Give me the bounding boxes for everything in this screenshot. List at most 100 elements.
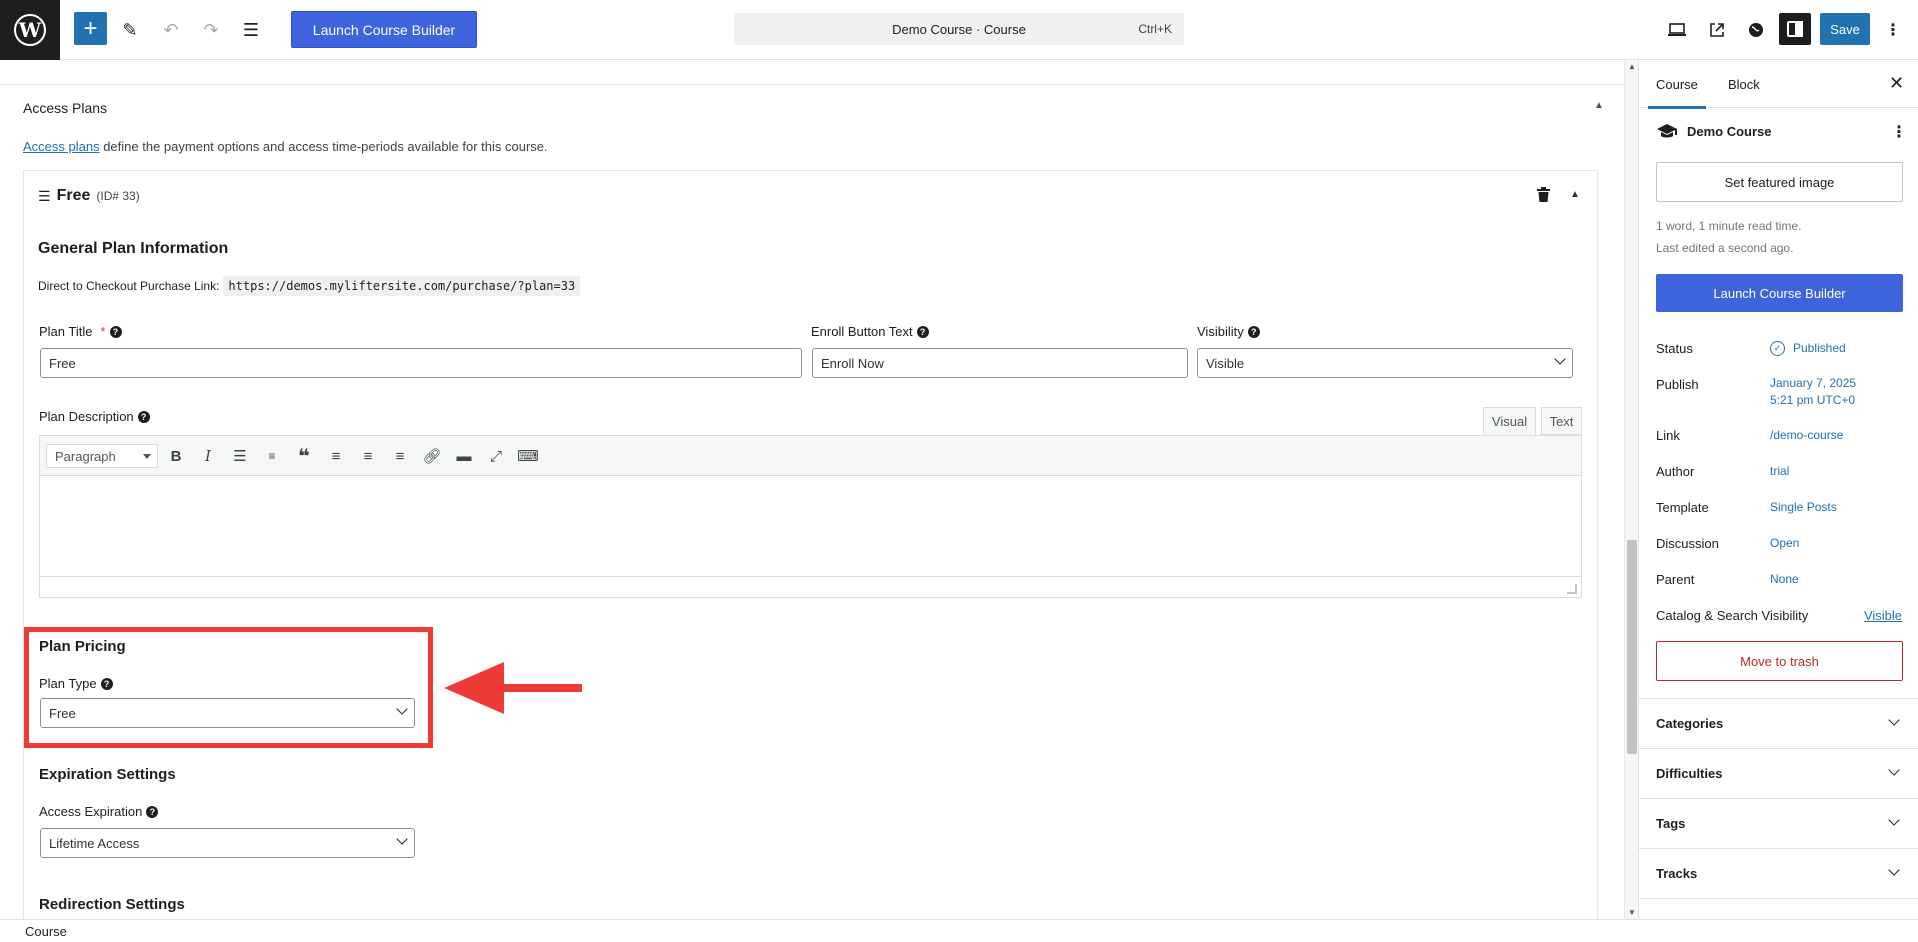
parent-value[interactable]: None: [1770, 571, 1799, 588]
bullet-list-icon[interactable]: ☰: [228, 444, 252, 468]
document-overview-button[interactable]: ☰: [235, 14, 267, 46]
scroll-up-icon[interactable]: ▲: [1628, 62, 1636, 71]
author-value[interactable]: trial: [1770, 463, 1789, 480]
document-title: Demo Course · Course: [892, 21, 1026, 37]
pencil-icon: ✎: [122, 19, 138, 40]
align-right-icon[interactable]: ≡: [388, 444, 412, 468]
wordpress-icon: W: [14, 14, 46, 46]
align-center-icon[interactable]: ≡: [356, 444, 380, 468]
publish-date: January 7, 2025: [1770, 376, 1857, 390]
undo-icon: ↶: [163, 19, 179, 40]
options-menu-button[interactable]: ⋮: [1877, 14, 1909, 46]
required-marker: *: [100, 324, 106, 339]
scrollbar-thumb[interactable]: [1627, 540, 1637, 754]
block-breadcrumb: Course: [0, 919, 1918, 942]
tracks-panel[interactable]: Tracks: [1639, 848, 1918, 898]
jetpack-button[interactable]: [1740, 14, 1772, 46]
redo-icon: ↷: [203, 19, 219, 40]
annotation-highlight-box: [24, 627, 433, 748]
access-plans-link[interactable]: Access plans: [23, 139, 100, 154]
help-icon[interactable]: ?: [137, 410, 150, 423]
add-block-button[interactable]: +: [74, 12, 107, 45]
help-icon[interactable]: ?: [1247, 325, 1260, 338]
numbered-list-icon[interactable]: ≡: [260, 444, 284, 468]
categories-panel[interactable]: Categories: [1639, 698, 1918, 748]
drag-handle-icon[interactable]: ☰: [38, 188, 51, 205]
access-expiration-select[interactable]: Lifetime Access: [40, 828, 415, 858]
tags-panel-label: Tags: [1656, 816, 1686, 831]
editor-status-bar: [40, 576, 1581, 597]
view-post-button[interactable]: [1701, 14, 1733, 46]
command-palette-button[interactable]: Demo Course · Course Ctrl+K: [734, 13, 1184, 45]
publish-value[interactable]: January 7, 2025 5:21 pm UTC+0: [1770, 375, 1856, 409]
close-icon[interactable]: ✕: [1889, 73, 1904, 94]
command-shortcut: Ctrl+K: [1138, 22, 1172, 36]
wordpress-logo-button[interactable]: W: [0, 0, 60, 60]
checkout-url[interactable]: https://demos.myliftersite.com/purchase/…: [223, 276, 581, 296]
access-expiration-value: Lifetime Access: [49, 835, 140, 851]
link-value[interactable]: /demo-course: [1770, 427, 1843, 444]
panel-divider: [1639, 898, 1918, 919]
annotation-arrow-shaft: [500, 684, 582, 692]
link-label: Link: [1656, 428, 1680, 443]
categories-panel-label: Categories: [1656, 716, 1724, 731]
preview-button[interactable]: [1661, 14, 1693, 46]
resize-handle-icon[interactable]: [1567, 584, 1577, 594]
visibility-select[interactable]: Visible: [1197, 348, 1573, 378]
discussion-label: Discussion: [1656, 536, 1719, 551]
publish-time: 5:21 pm UTC+0: [1770, 393, 1856, 407]
status-value[interactable]: ✓ Published: [1770, 340, 1846, 357]
trash-icon[interactable]: [1537, 187, 1550, 206]
discussion-value[interactable]: Open: [1770, 535, 1799, 552]
redo-button[interactable]: ↷: [195, 14, 227, 46]
italic-icon[interactable]: I: [196, 444, 220, 468]
format-value: Paragraph: [55, 448, 116, 464]
collapse-plan-icon[interactable]: ▲: [1570, 189, 1580, 200]
link-icon[interactable]: 🔗︎: [420, 444, 444, 468]
read-more-icon[interactable]: ▬: [452, 444, 476, 468]
plan-title-label-text: Plan Title: [39, 324, 93, 339]
post-actions-menu-icon[interactable]: ⋮: [1891, 122, 1907, 142]
check-circle-icon: ✓: [1770, 341, 1785, 357]
align-left-icon[interactable]: ≡: [324, 444, 348, 468]
move-to-trash-button[interactable]: Move to trash: [1656, 641, 1903, 681]
collapse-section-icon[interactable]: ▲: [1594, 100, 1604, 111]
help-icon[interactable]: ?: [109, 325, 122, 338]
help-icon[interactable]: ?: [916, 325, 929, 338]
main-scrollbar[interactable]: ▲ ▼: [1624, 60, 1638, 919]
tab-course[interactable]: Course: [1648, 60, 1706, 109]
bold-icon[interactable]: B: [164, 444, 188, 468]
chevron-down-icon: [1888, 864, 1900, 876]
difficulties-panel[interactable]: Difficulties: [1639, 748, 1918, 798]
plan-description-editor[interactable]: [39, 476, 1582, 598]
tab-text[interactable]: Text: [1541, 407, 1582, 435]
help-icon[interactable]: ?: [146, 805, 159, 818]
plan-title-input[interactable]: Free: [40, 348, 802, 378]
enroll-label-text: Enroll Button Text: [811, 324, 913, 339]
blockquote-icon[interactable]: ❝: [292, 444, 316, 468]
tools-button[interactable]: ✎: [114, 14, 146, 46]
sidebar-launch-course-builder-button[interactable]: Launch Course Builder: [1656, 274, 1903, 312]
word-count: 1 word, 1 minute read time.: [1656, 219, 1802, 233]
set-featured-image-button[interactable]: Set featured image: [1656, 162, 1903, 202]
plan-header[interactable]: ☰ Free (ID# 33): [38, 187, 140, 205]
settings-sidebar-toggle[interactable]: [1779, 13, 1811, 45]
checkout-link-row: Direct to Checkout Purchase Link: https:…: [38, 276, 581, 296]
annotation-arrow-head: [444, 662, 504, 714]
fullscreen-icon[interactable]: ⤢: [484, 444, 508, 468]
desktop-icon: [1668, 23, 1686, 36]
format-select[interactable]: Paragraph: [46, 444, 158, 468]
breadcrumb-item[interactable]: Course: [25, 924, 67, 939]
template-value[interactable]: Single Posts: [1770, 499, 1837, 516]
tags-panel[interactable]: Tags: [1639, 798, 1918, 848]
tab-visual[interactable]: Visual: [1483, 407, 1536, 435]
undo-button[interactable]: ↶: [155, 14, 187, 46]
enroll-button-input[interactable]: Enroll Now: [812, 348, 1188, 378]
vertical-dots-icon: ⋮: [1885, 22, 1901, 39]
catalog-visibility-value[interactable]: Visible: [1864, 607, 1902, 624]
toolbar-toggle-icon[interactable]: ⌨: [516, 444, 540, 468]
save-button[interactable]: Save: [1820, 13, 1870, 45]
scroll-down-icon[interactable]: ▼: [1628, 908, 1636, 917]
launch-course-builder-button[interactable]: Launch Course Builder: [291, 11, 477, 48]
tab-block[interactable]: Block: [1728, 60, 1760, 108]
